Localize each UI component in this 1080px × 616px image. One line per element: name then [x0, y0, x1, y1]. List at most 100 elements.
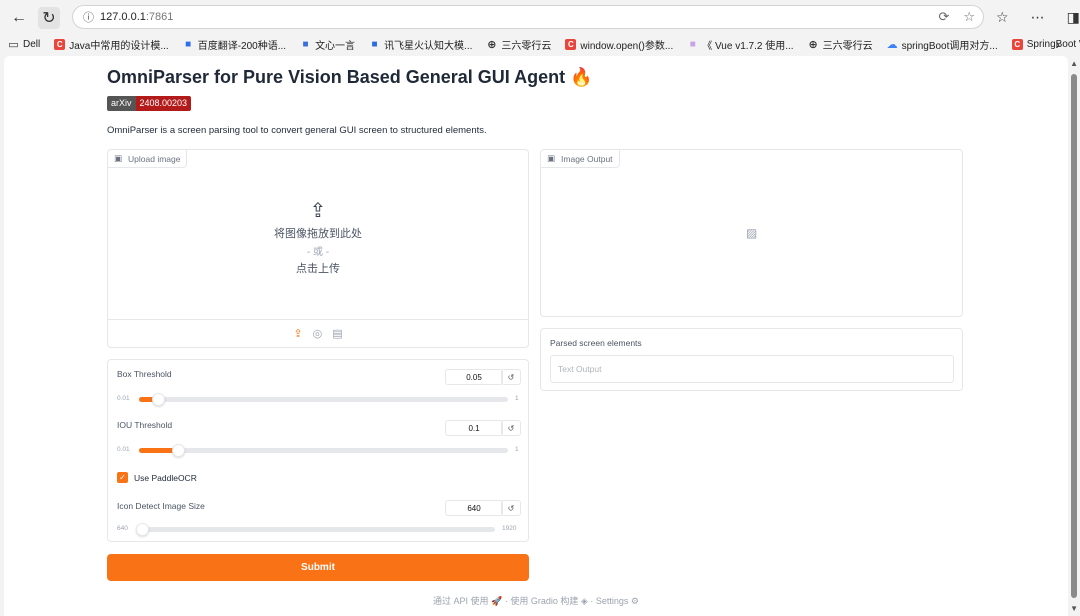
- more-icon[interactable]: ⋯: [1031, 9, 1045, 26]
- chevron-right-icon[interactable]: ›: [1055, 36, 1060, 52]
- bookmark-item[interactable]: ■ 讯飞星火认知大模...: [369, 37, 473, 52]
- bookmarks-bar: ▭ Dell C Java中常用的设计模... ■ 百度翻译-200种语... ■ 文心一言 ■…: [0, 34, 1080, 54]
- controls-panel: Box Threshold 0.05 ↺ 0.01 1 IOU Threshol…: [107, 359, 529, 542]
- sidebar-icon[interactable]: ◨: [1067, 9, 1080, 26]
- iou-threshold-max: 1: [515, 446, 519, 453]
- bookmark-label: 百度翻译-200种语...: [197, 40, 287, 52]
- bookmark-label: 文心一言: [315, 40, 356, 52]
- icon-size-min: 640: [117, 525, 128, 532]
- use-paddleocr-checkbox[interactable]: ✓: [117, 472, 128, 483]
- clipboard-icon[interactable]: ▤: [332, 327, 342, 340]
- bookmark-item[interactable]: CSpringBoot WebSer...: [1011, 38, 1080, 50]
- gradio-link[interactable]: 使用 Gradio 构建 ◈: [510, 596, 587, 606]
- globe-icon: ⊕: [487, 38, 497, 51]
- box-threshold-min: 0.01: [117, 395, 130, 402]
- address-bar[interactable]: ⓘ 127.0.0.1:7861 ⟳ ☆: [72, 5, 984, 29]
- info-icon[interactable]: ⓘ: [83, 9, 94, 25]
- iou-threshold-thumb[interactable]: [172, 444, 185, 457]
- star-icon[interactable]: ☆: [963, 9, 975, 25]
- bookmark-label: 《 Vue v1.7.2 使用...: [702, 40, 794, 52]
- fire-icon: 🔥: [570, 67, 593, 87]
- page-title: OmniParser for Pure Vision Based General…: [107, 67, 593, 87]
- bookmark-label: springBoot调用对方...: [901, 40, 998, 52]
- bookmark-item[interactable]: ☁ springBoot调用对方...: [887, 37, 998, 52]
- box-threshold-thumb[interactable]: [152, 393, 165, 406]
- scroll-thumb[interactable]: [1071, 74, 1077, 598]
- icon-size-input[interactable]: 640: [445, 500, 503, 516]
- icon-size-max: 1920: [502, 525, 517, 532]
- page-description: OmniParser is a screen parsing tool to c…: [107, 125, 487, 136]
- scroll-down-icon[interactable]: ▼: [1070, 604, 1078, 613]
- page-viewport: OmniParser for Pure Vision Based General…: [4, 56, 1068, 616]
- folder-icon: ▭: [8, 38, 19, 51]
- text-output-field[interactable]: Text Output: [550, 355, 954, 383]
- wenxin-icon: ■: [302, 38, 309, 50]
- bookmark-label: SpringBoot WebSer...: [1026, 38, 1080, 50]
- box-threshold-max: 1: [515, 395, 519, 402]
- arrow-left-icon[interactable]: ←: [8, 7, 30, 29]
- upload-image-label: ▣ Upload image: [108, 150, 188, 168]
- baidu-translate-icon: ■: [185, 38, 192, 50]
- xunfei-icon: ■: [371, 38, 378, 50]
- bookmark-item[interactable]: ▭ Dell: [8, 38, 41, 51]
- bookmark-label: Java中常用的设计模...: [69, 40, 169, 52]
- api-link[interactable]: 通过 API 使用 🚀: [433, 596, 502, 606]
- upload-source-icon[interactable]: ⇪: [293, 327, 302, 340]
- settings-link[interactable]: Settings ⚙: [596, 596, 639, 606]
- upload-source-bar: ⇪ ◎ ▤: [108, 319, 528, 347]
- bookmark-label: Dell: [23, 38, 41, 50]
- iou-threshold-slider[interactable]: [139, 444, 508, 457]
- footer-separator: ·: [590, 596, 594, 606]
- bookmark-item[interactable]: ■ 文心一言: [300, 37, 356, 52]
- icon-size-label: Icon Detect Image Size: [117, 501, 205, 511]
- bookmark-label: 讯飞星火认知大模...: [384, 40, 473, 52]
- c-logo-icon: C: [565, 38, 577, 50]
- rocket-icon: 🚀: [491, 596, 503, 606]
- bookmark-label: window.open()参数...: [580, 40, 674, 52]
- c-logo-icon: C: [1011, 38, 1023, 50]
- bookmark-item[interactable]: ⊕ 三六零行云: [486, 37, 551, 52]
- parsed-elements-panel: Parsed screen elements Text Output: [540, 328, 963, 391]
- footer-separator: ·: [504, 596, 508, 606]
- icon-size-slider[interactable]: [136, 523, 495, 536]
- upload-image-panel[interactable]: ▣ Upload image ⇪ 将图像拖放到此处 - 或 - 点击上传 ⇪ ◎ …: [107, 149, 529, 348]
- globe-icon: ⊕: [808, 38, 818, 51]
- doc-icon: ■: [689, 38, 696, 50]
- cloud-icon: ☁: [886, 38, 898, 51]
- bookmark-item[interactable]: C Java中常用的设计模...: [54, 37, 169, 52]
- scroll-up-icon[interactable]: ▲: [1070, 59, 1078, 68]
- bookmark-item[interactable]: ■ 百度翻译-200种语...: [183, 37, 286, 52]
- webcam-icon[interactable]: ◎: [313, 327, 323, 340]
- arxiv-badge[interactable]: arXiv 2408.00203: [107, 96, 192, 111]
- bookmark-item[interactable]: Cwindow.open()参数...: [565, 37, 673, 52]
- iou-threshold-label: IOU Threshold: [117, 420, 173, 430]
- reload-icon[interactable]: ↻: [38, 7, 60, 29]
- box-threshold-input[interactable]: 0.05: [445, 369, 503, 385]
- reset-icon[interactable]: ↺: [501, 369, 521, 385]
- url-text: 127.0.0.1:7861: [100, 11, 174, 23]
- image-output-label: ▣ Image Output: [541, 150, 620, 168]
- image-icon: ▣: [114, 153, 123, 163]
- iou-threshold-input[interactable]: 0.1: [445, 420, 503, 436]
- favorites-icon[interactable]: ☆: [996, 9, 1009, 26]
- icon-size-thumb[interactable]: [136, 523, 149, 536]
- box-threshold-slider[interactable]: [139, 393, 508, 406]
- c-logo-icon: C: [54, 38, 66, 50]
- browser-titlebar: ← ↻ ⓘ 127.0.0.1:7861 ⟳ ☆ ☆ ⋯ ◨: [0, 0, 1080, 34]
- upload-dropzone[interactable]: ⇪ 将图像拖放到此处 - 或 - 点击上传: [108, 198, 528, 276]
- image-placeholder-icon: ▨: [746, 226, 758, 240]
- image-icon: ▣: [547, 153, 556, 163]
- bookmark-item[interactable]: ■ 《 Vue v1.7.2 使用...: [687, 37, 794, 52]
- gradio-logo-icon: ◈: [580, 596, 588, 606]
- parsed-elements-label: Parsed screen elements: [550, 338, 642, 348]
- bookmark-item[interactable]: ⊕ 三六零行云: [808, 37, 873, 52]
- use-paddleocr-label[interactable]: Use PaddleOCR: [134, 473, 197, 483]
- submit-button[interactable]: Submit: [107, 554, 529, 581]
- page-footer: 通过 API 使用 🚀 · 使用 Gradio 构建 ◈ · Settings …: [4, 594, 1068, 607]
- translate-icon[interactable]: ⟳: [938, 9, 949, 25]
- bookmark-label: 三六零行云: [501, 40, 552, 52]
- reset-icon[interactable]: ↺: [501, 420, 521, 436]
- upload-icon: ⇪: [309, 200, 327, 222]
- bookmark-label: 三六零行云: [822, 40, 873, 52]
- reset-icon[interactable]: ↺: [501, 500, 521, 516]
